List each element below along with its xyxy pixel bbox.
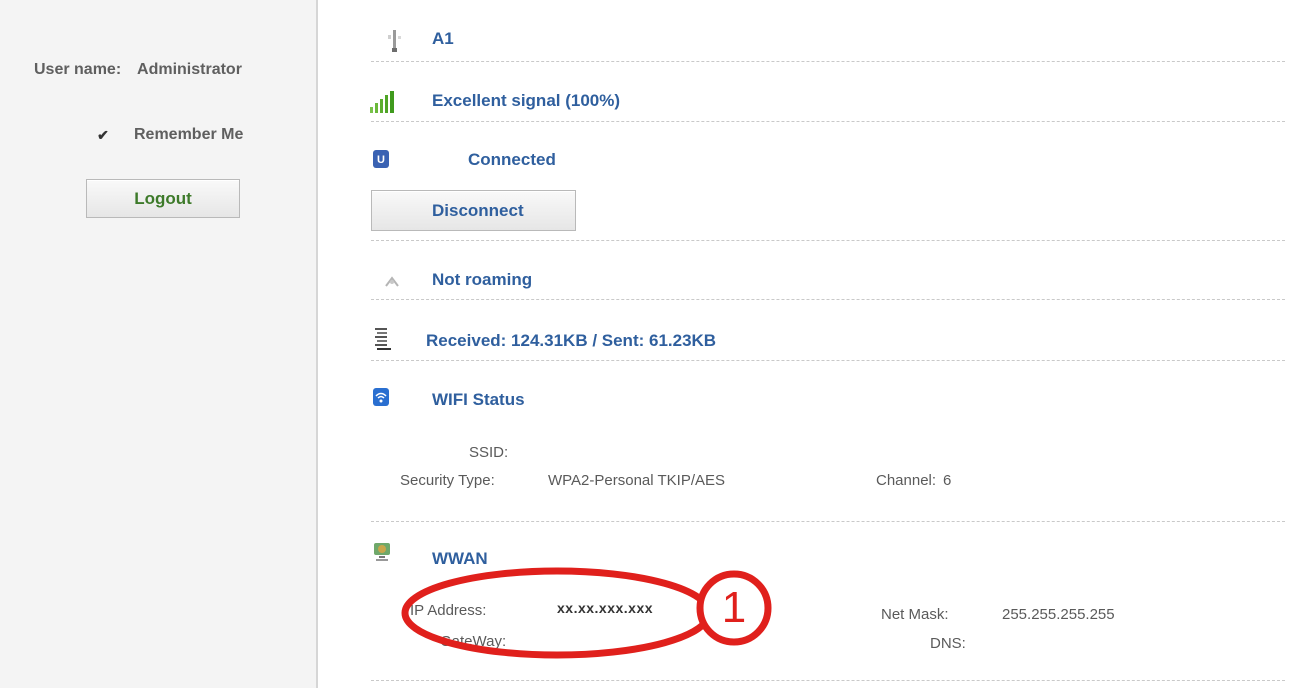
traffic-stats: Received: 124.31KB / Sent: 61.23KB (426, 331, 717, 350)
connection-icon: U (373, 150, 389, 168)
security-type-value: WPA2-Personal TKIP/AES (548, 472, 726, 489)
roaming-icon (385, 276, 399, 287)
net-mask-value: 255.255.255.255 (1002, 606, 1115, 623)
net-mask-label: Net Mask: (881, 606, 949, 623)
remember-me-checkbox[interactable]: ✔ (96, 128, 110, 142)
divider (371, 121, 1285, 122)
signal-bars-icon (370, 91, 394, 113)
security-type-label: Security Type: (400, 472, 495, 489)
divider (371, 521, 1285, 522)
divider (371, 61, 1285, 62)
divider (371, 299, 1285, 300)
wwan-icon (374, 543, 390, 561)
divider (371, 360, 1285, 361)
device-name: A1 (432, 29, 454, 48)
traffic-icon (375, 328, 391, 350)
sidebar: User name: Administrator ✔ Remember Me L… (0, 0, 318, 688)
wifi-status-title: WIFI Status (432, 390, 525, 409)
channel-value: 6 (943, 472, 952, 489)
callout-number: 1 (721, 583, 747, 632)
divider (371, 240, 1285, 241)
divider (371, 680, 1285, 681)
dns-label: DNS: (930, 635, 966, 652)
channel-label: Channel: (876, 472, 937, 489)
wifi-icon (373, 388, 389, 406)
device-icon (388, 30, 401, 52)
connection-status: Connected (468, 150, 556, 169)
remember-me: ✔ Remember Me (96, 126, 243, 144)
signal-status: Excellent signal (100%) (432, 91, 621, 110)
user-name-line: User name: Administrator (34, 61, 242, 79)
user-name-label: User name: (34, 61, 122, 78)
callout-ellipse (401, 567, 713, 659)
disconnect-button[interactable]: Disconnect (371, 190, 576, 231)
remember-me-label: Remember Me (134, 126, 244, 143)
disconnect-label: Disconnect (432, 201, 524, 220)
roaming-status: Not roaming (432, 270, 533, 289)
user-name-value: Administrator (137, 61, 242, 78)
ssid-label: SSID: (469, 444, 509, 461)
svg-text:U: U (377, 154, 385, 166)
logout-button[interactable]: Logout (86, 179, 240, 218)
